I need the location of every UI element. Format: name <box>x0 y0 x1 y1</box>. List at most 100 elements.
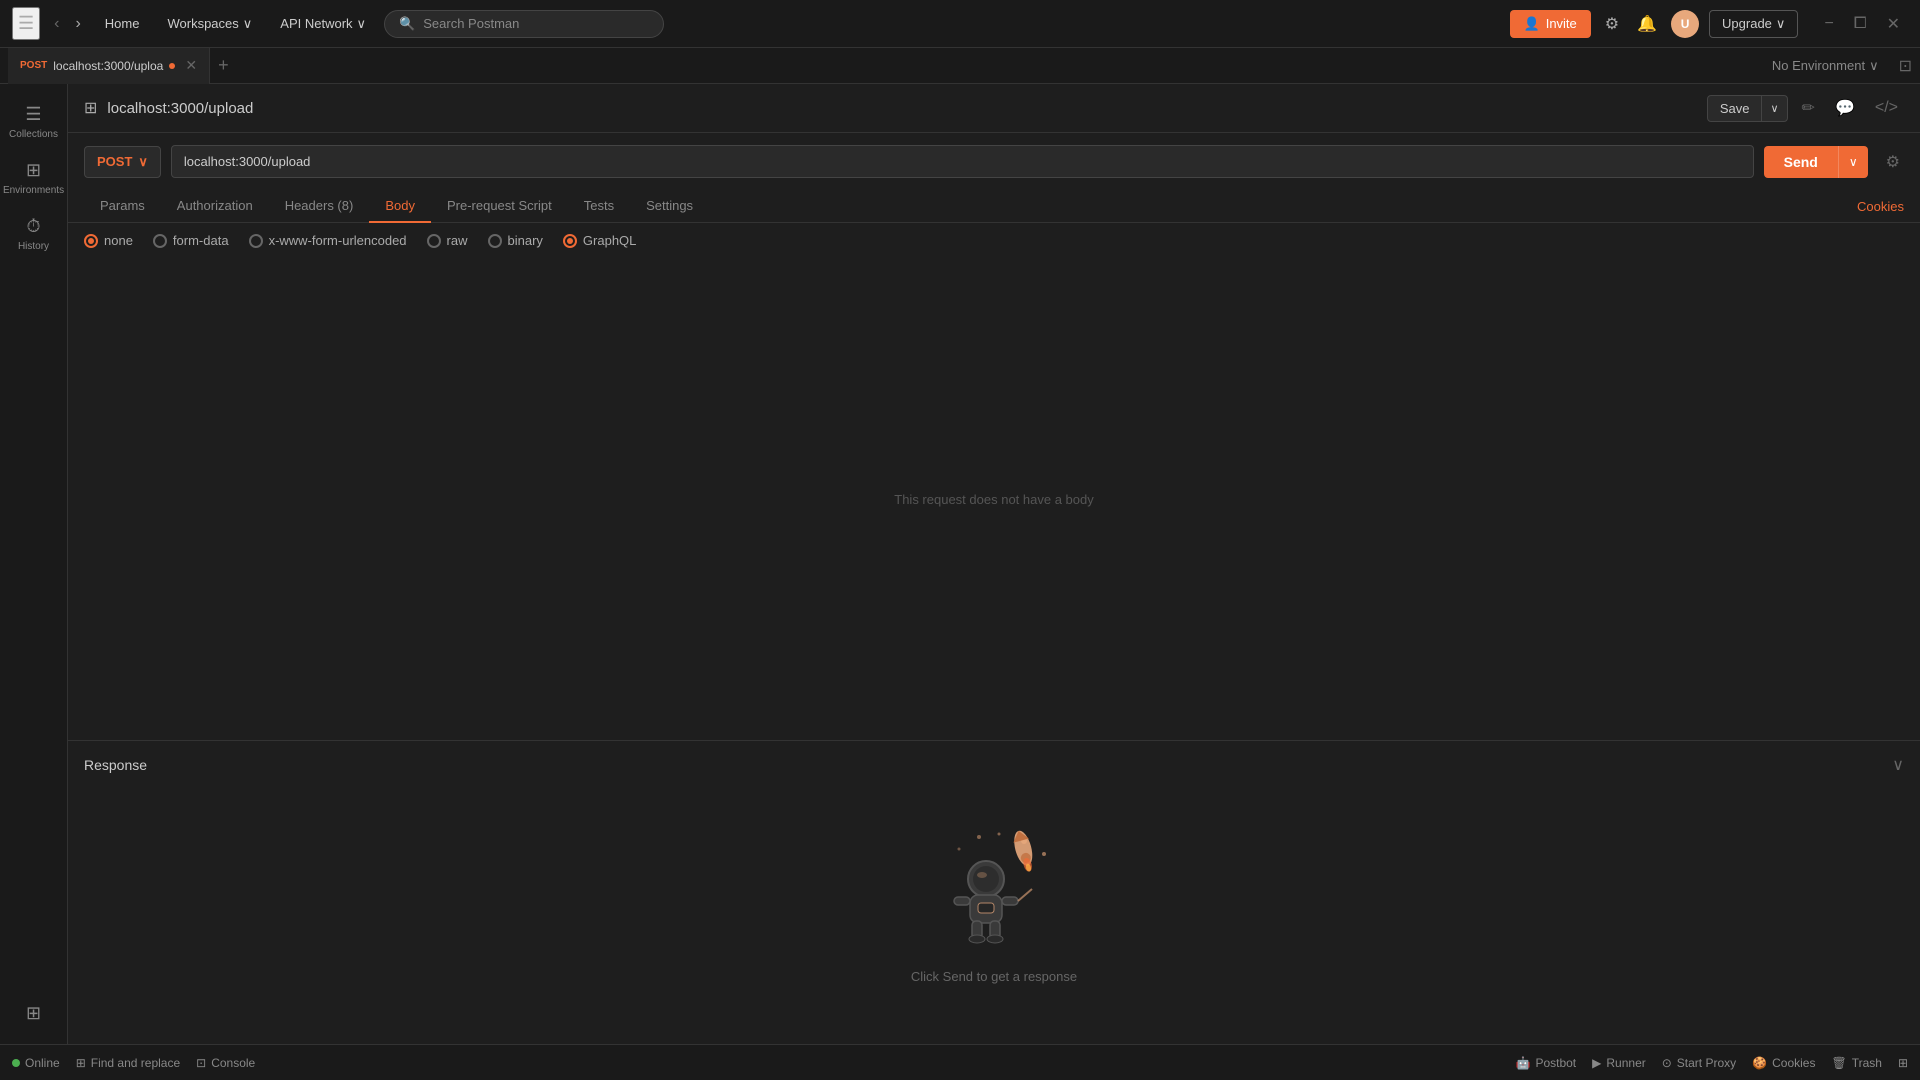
response-chevron-icon: ∨ <box>1892 755 1904 775</box>
api-network-button[interactable]: API Network ∨ <box>270 12 376 36</box>
main-layout: ☰ Collections ⊞ Environments ⏱ History ⊞… <box>0 84 1920 1044</box>
search-icon: 🔍 <box>399 16 415 32</box>
comment-icon[interactable]: 💬 <box>1829 94 1861 122</box>
back-button[interactable]: ‹ <box>48 11 65 37</box>
content-area: ⊞ localhost:3000/upload Save ∨ ✏ 💬 </> P… <box>68 84 1920 1044</box>
astronaut-illustration <box>929 829 1059 949</box>
body-option-none[interactable]: none <box>84 233 133 248</box>
search-bar[interactable]: 🔍 Search Postman <box>384 10 664 38</box>
chevron-down-icon: ∨ <box>1776 16 1786 32</box>
console-button[interactable]: ⊡ Console <box>196 1056 255 1070</box>
body-options: none form-data x-www-form-urlencoded raw… <box>68 223 1920 258</box>
environment-selector[interactable]: No Environment ∨ <box>1760 54 1891 78</box>
start-proxy-button[interactable]: ⊙ Start Proxy <box>1662 1056 1736 1070</box>
tabs-bar: POST localhost:3000/uploa ✕ + No Environ… <box>0 48 1920 84</box>
tab-params[interactable]: Params <box>84 190 161 223</box>
empty-body: This request does not have a body <box>68 258 1920 740</box>
trash-button[interactable]: 🗑 Trash <box>1831 1056 1881 1070</box>
request-tabs: Params Authorization Headers (8) Body Pr… <box>68 190 1920 223</box>
body-option-x-www[interactable]: x-www-form-urlencoded <box>249 233 407 248</box>
top-bar-right: 👤 Invite ⚙ 🔔 U Upgrade ∨ − ⧠ ✕ <box>1510 10 1908 38</box>
url-input[interactable] <box>171 145 1754 178</box>
online-status[interactable]: Online <box>12 1056 60 1070</box>
tab-pre-request[interactable]: Pre-request Script <box>431 190 568 223</box>
radio-x-www <box>249 234 263 248</box>
save-dropdown-arrow[interactable]: ∨ <box>1762 97 1786 120</box>
title-actions: Save ∨ ✏ 💬 </> <box>1707 94 1904 122</box>
radio-raw <box>427 234 441 248</box>
radio-binary <box>488 234 502 248</box>
sidebar-item-environments[interactable]: ⊞ Environments <box>5 152 63 204</box>
find-replace-button[interactable]: ⊞ Find and replace <box>76 1056 180 1070</box>
workspaces-button[interactable]: Workspaces ∨ <box>157 12 262 36</box>
tab-authorization[interactable]: Authorization <box>161 190 269 223</box>
settings-icon[interactable]: ⚙ <box>1601 10 1623 38</box>
invite-button[interactable]: 👤 Invite <box>1510 10 1591 38</box>
response-section: Response ∨ <box>68 740 1920 1044</box>
tab-headers[interactable]: Headers (8) <box>269 190 370 223</box>
response-empty: Click Send to get a response <box>68 789 1920 1044</box>
request-tab-active[interactable]: POST localhost:3000/uploa ✕ <box>8 48 210 84</box>
sidebar-item-history[interactable]: ⏱ History <box>5 208 63 260</box>
upgrade-button[interactable]: Upgrade ∨ <box>1709 10 1798 38</box>
save-label[interactable]: Save <box>1708 96 1763 121</box>
url-bar: POST ∨ Send ∨ ⚙ <box>68 133 1920 190</box>
layout-toggle[interactable]: ⊞ <box>1898 1056 1908 1070</box>
tab-body[interactable]: Body <box>369 190 431 223</box>
close-button[interactable]: ✕ <box>1879 10 1908 38</box>
console-icon: ⊡ <box>196 1056 206 1070</box>
proxy-icon: ⊙ <box>1662 1056 1672 1070</box>
cookies-button[interactable]: Cookies <box>1857 199 1904 214</box>
radio-none <box>84 234 98 248</box>
body-option-form-data[interactable]: form-data <box>153 233 229 248</box>
empty-body-text: This request does not have a body <box>894 492 1093 507</box>
new-tab-button[interactable]: + <box>210 51 237 80</box>
tab-tests[interactable]: Tests <box>568 190 630 223</box>
sidebar-toggle-right[interactable]: ⊡ <box>1891 52 1920 80</box>
edit-icon[interactable]: ✏ <box>1796 94 1821 122</box>
postbot-button[interactable]: 🤖 Postbot <box>1515 1056 1576 1070</box>
send-dropdown-arrow[interactable]: ∨ <box>1839 147 1868 177</box>
tab-method: POST <box>20 60 47 71</box>
sidebar-item-more[interactable]: ⊞ <box>5 995 63 1032</box>
sidebar: ☰ Collections ⊞ Environments ⏱ History ⊞ <box>0 84 68 1044</box>
sidebar-item-label: History <box>18 241 49 252</box>
response-title: Response <box>84 757 147 773</box>
cookies-icon: 🍪 <box>1752 1056 1767 1070</box>
chevron-down-icon: ∨ <box>1869 58 1879 74</box>
body-option-binary[interactable]: binary <box>488 233 543 248</box>
body-option-graphql[interactable]: GraphQL <box>563 233 636 248</box>
code-icon[interactable]: </> <box>1869 95 1904 121</box>
tab-settings[interactable]: Settings <box>630 190 709 223</box>
response-header[interactable]: Response ∨ <box>68 741 1920 789</box>
bottom-bar: Online ⊞ Find and replace ⊡ Console 🤖 Po… <box>0 1044 1920 1080</box>
top-bar: ☰ ‹ › Home Workspaces ∨ API Network ∨ 🔍 … <box>0 0 1920 48</box>
history-icon: ⏱ <box>26 216 40 237</box>
find-replace-icon: ⊞ <box>76 1056 86 1070</box>
trash-icon: 🗑 <box>1831 1056 1846 1070</box>
avatar[interactable]: U <box>1671 10 1699 38</box>
save-button[interactable]: Save ∨ <box>1707 95 1788 122</box>
runner-button[interactable]: ▶ Runner <box>1592 1056 1646 1070</box>
more-icon: ⊞ <box>26 1003 41 1024</box>
sidebar-item-label: Environments <box>3 185 64 196</box>
body-option-raw[interactable]: raw <box>427 233 468 248</box>
maximize-button[interactable]: ⧠ <box>1846 10 1875 38</box>
window-controls: − ⧠ ✕ <box>1816 10 1908 38</box>
nav-arrows: ‹ › <box>48 11 87 37</box>
notifications-icon[interactable]: 🔔 <box>1633 10 1661 38</box>
sidebar-item-collections[interactable]: ☰ Collections <box>5 96 63 148</box>
menu-icon[interactable]: ☰ <box>12 7 40 40</box>
forward-button[interactable]: › <box>69 11 86 37</box>
tab-close-icon[interactable]: ✕ <box>185 57 197 74</box>
send-label[interactable]: Send <box>1764 146 1839 178</box>
tab-url: localhost:3000/uploa <box>53 59 163 73</box>
extra-options-icon[interactable]: ⚙ <box>1882 148 1904 176</box>
minimize-button[interactable]: − <box>1816 10 1841 38</box>
sidebar-item-label: Collections <box>9 129 58 140</box>
home-button[interactable]: Home <box>95 12 150 35</box>
cookies-bottom-button[interactable]: 🍪 Cookies <box>1752 1056 1815 1070</box>
method-selector[interactable]: POST ∨ <box>84 146 161 178</box>
send-button[interactable]: Send ∨ <box>1764 146 1868 178</box>
request-title: localhost:3000/upload <box>107 100 253 117</box>
